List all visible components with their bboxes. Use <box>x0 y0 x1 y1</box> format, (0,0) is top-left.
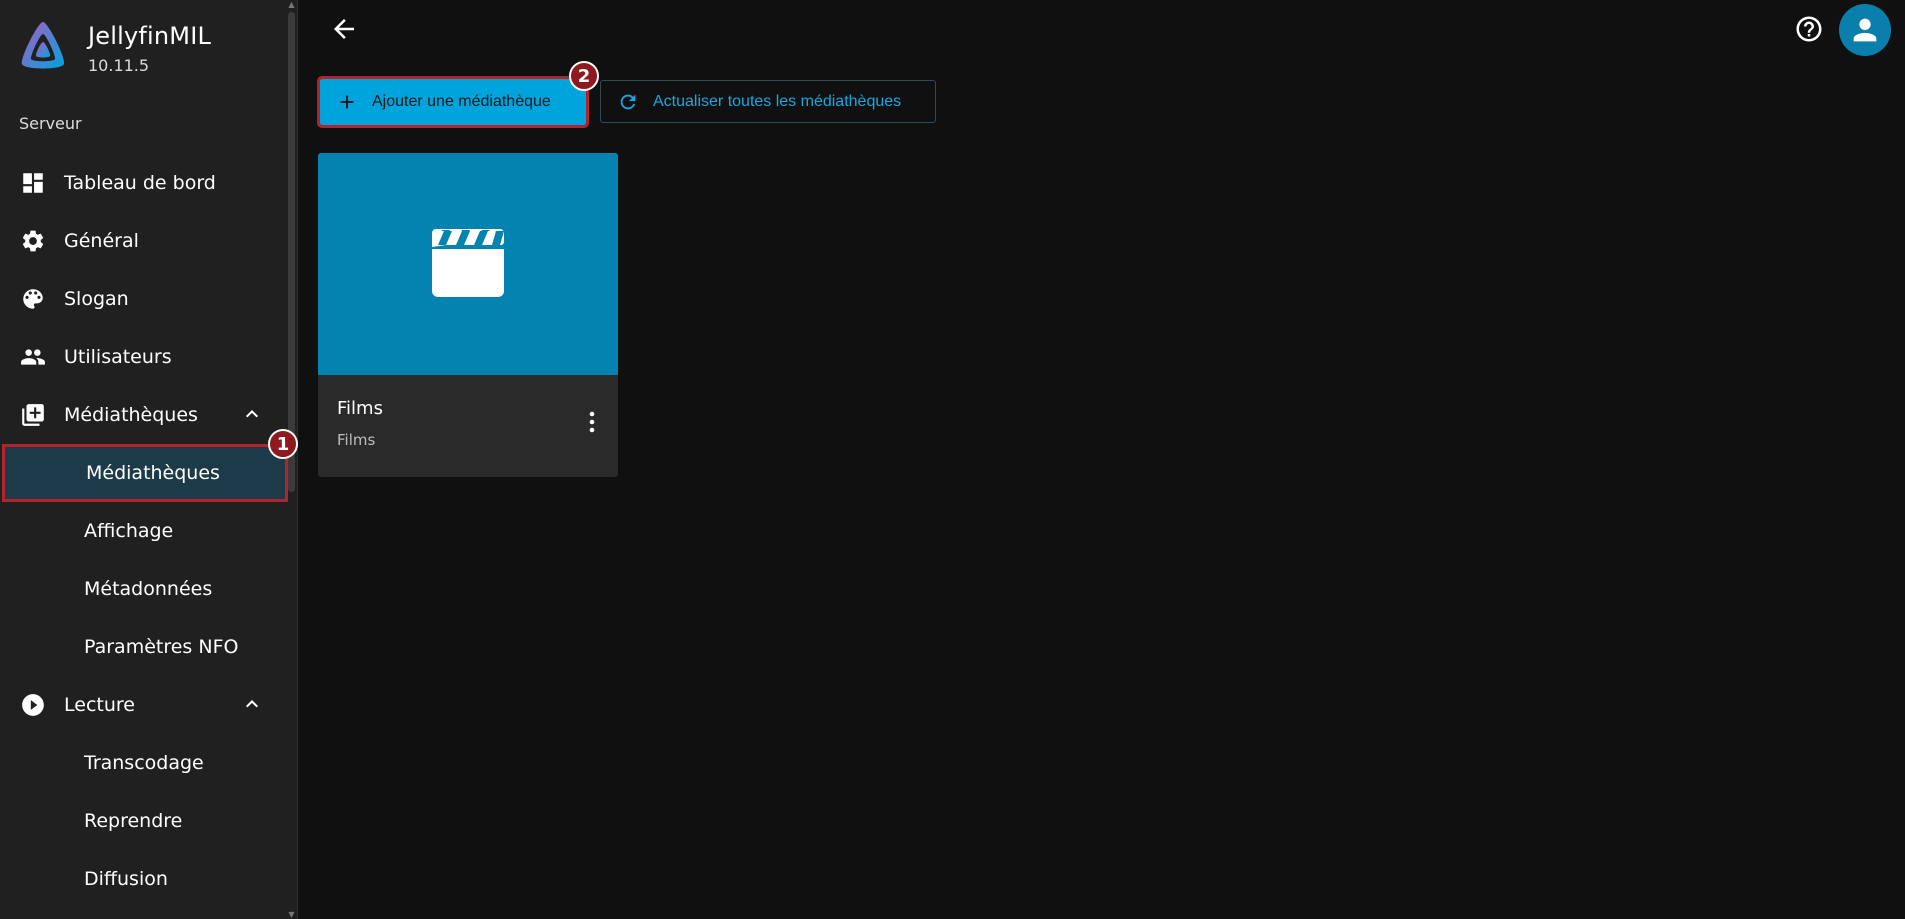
sidebar-scroll-thumb[interactable] <box>288 12 295 492</box>
sidebar-item-libraries[interactable]: Médiathèques <box>2 444 288 502</box>
palette-icon <box>20 286 46 312</box>
sidebar-item-streaming[interactable]: Diffusion <box>0 850 290 908</box>
clapperboard-icon <box>432 229 504 297</box>
brand-name: JellyfinMIL <box>88 22 212 50</box>
sidebar-scrollbar[interactable]: ▲ ▼ <box>287 0 296 919</box>
more-vertical-icon <box>589 411 595 433</box>
sidebar-item-libraries-group[interactable]: Médiathèques <box>0 386 290 444</box>
refresh-all-libraries-button[interactable]: Actualiser toutes les médiathèques <box>600 80 936 123</box>
refresh-icon <box>620 94 636 109</box>
help-circle-icon <box>1796 16 1822 42</box>
sidebar-item-playback-group[interactable]: Lecture <box>0 676 290 734</box>
dashboard-icon <box>20 170 46 196</box>
annotation-badge-2: 2 <box>569 61 599 91</box>
sidebar-item-transcoding[interactable]: Transcodage <box>0 734 290 792</box>
sidebar-item-label: Métadonnées <box>84 578 213 600</box>
sidebar-item-resume[interactable]: Reprendre <box>0 792 290 850</box>
back-button[interactable] <box>329 14 359 44</box>
sidebar-item-label: Lecture <box>64 694 135 716</box>
brand-version: 10.11.5 <box>88 56 150 75</box>
add-library-label: Ajouter une médiathèque <box>372 93 551 110</box>
library-card-image[interactable] <box>318 153 618 375</box>
more-vert-button[interactable] <box>580 407 604 437</box>
sidebar-item-label: Reprendre <box>84 810 183 832</box>
sidebar-item-label: Utilisateurs <box>64 346 172 368</box>
users-icon <box>20 344 46 370</box>
chevron-up-icon[interactable] <box>240 402 264 426</box>
sidebar-item-nfo-settings[interactable]: Paramètres NFO <box>0 618 290 676</box>
help-button[interactable] <box>1794 14 1824 44</box>
library-add-icon <box>20 402 46 428</box>
sidebar-item-label: Médiathèques <box>64 404 198 426</box>
app-root: JellyfinMIL 10.11.5 Serveur Tableau de b… <box>0 0 1905 919</box>
sidebar-item-label: Slogan <box>64 288 129 310</box>
play-circle-icon <box>20 692 46 718</box>
sidebar-item-label: Général <box>64 230 139 252</box>
main-content: Ajouter une médiathèque Actualiser toute… <box>299 0 1905 919</box>
annotation-badge-1: 1 <box>268 429 298 459</box>
scroll-up-arrow-icon[interactable]: ▲ <box>287 0 296 9</box>
sidebar-item-label: Tableau de bord <box>64 172 216 194</box>
sidebar-nav: Tableau de bord Général Slogan Utilisate… <box>0 154 290 908</box>
sidebar: JellyfinMIL 10.11.5 Serveur Tableau de b… <box>0 0 298 919</box>
sidebar-item-label: Paramètres NFO <box>84 636 239 658</box>
chevron-up-icon[interactable] <box>240 692 264 716</box>
library-card-subtitle: Films <box>337 431 376 449</box>
sidebar-item-dashboard[interactable]: Tableau de bord <box>0 154 290 212</box>
library-card-films[interactable]: Films Films <box>318 153 618 477</box>
add-library-button[interactable]: Ajouter une médiathèque <box>317 76 589 128</box>
sidebar-item-label: Affichage <box>84 520 174 542</box>
plus-icon <box>340 95 354 109</box>
user-avatar-button[interactable] <box>1839 4 1891 56</box>
sidebar-item-label: Médiathèques <box>86 462 220 484</box>
arrow-left-icon <box>334 19 354 39</box>
gear-icon <box>20 228 46 254</box>
section-label-server: Serveur <box>19 114 82 133</box>
sidebar-item-metadata[interactable]: Métadonnées <box>0 560 290 618</box>
refresh-all-label: Actualiser toutes les médiathèques <box>653 92 902 110</box>
sidebar-item-branding[interactable]: Slogan <box>0 270 290 328</box>
scroll-down-arrow-icon[interactable]: ▼ <box>287 910 296 919</box>
person-icon <box>1853 18 1877 42</box>
jellyfin-logo-icon <box>21 22 65 69</box>
brand[interactable]: JellyfinMIL 10.11.5 <box>18 20 211 75</box>
sidebar-item-general[interactable]: Général <box>0 212 290 270</box>
library-card-title: Films <box>337 398 383 419</box>
sidebar-item-users[interactable]: Utilisateurs <box>0 328 290 386</box>
sidebar-item-display[interactable]: Affichage <box>0 502 290 560</box>
sidebar-item-label: Diffusion <box>84 868 168 890</box>
sidebar-item-label: Transcodage <box>84 752 204 774</box>
